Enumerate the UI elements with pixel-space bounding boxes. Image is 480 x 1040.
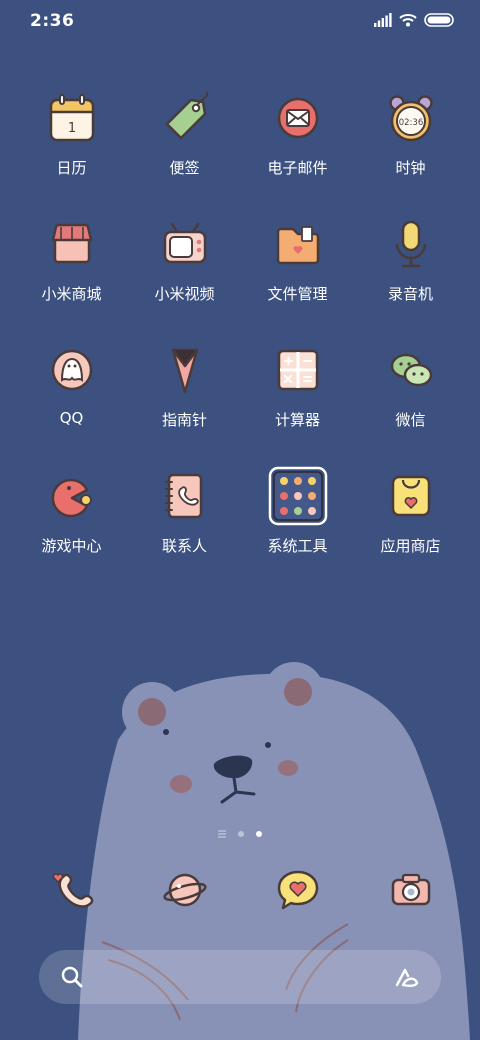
page-dot bbox=[238, 831, 244, 837]
app-qq[interactable]: QQ bbox=[15, 340, 128, 427]
wifi-icon bbox=[399, 14, 417, 27]
app-calculator[interactable]: 计算器 bbox=[241, 340, 354, 430]
app-contacts[interactable]: 联系人 bbox=[128, 466, 241, 556]
app-label: 指南针 bbox=[161, 411, 207, 429]
app-label: 小米视频 bbox=[154, 285, 215, 303]
calculator-icon bbox=[277, 349, 318, 391]
app-label: 时钟 bbox=[395, 159, 426, 177]
dock-messages[interactable] bbox=[241, 860, 354, 920]
planet-icon bbox=[162, 873, 207, 907]
app-label: 微信 bbox=[395, 411, 426, 429]
app-clock[interactable]: 02:36 时钟 bbox=[354, 88, 467, 178]
camera-icon bbox=[391, 873, 430, 906]
app-game-center[interactable]: 游戏中心 bbox=[15, 466, 128, 556]
status-time: 2:36 bbox=[30, 11, 75, 31]
app-file-manager[interactable]: 文件管理 bbox=[241, 214, 354, 304]
heart-message-icon bbox=[277, 870, 318, 910]
battery-icon bbox=[424, 13, 454, 27]
app-label: 系统工具 bbox=[267, 537, 328, 555]
compass-icon bbox=[171, 348, 198, 394]
app-app-store[interactable]: 应用商店 bbox=[354, 466, 467, 556]
page-dot-active bbox=[256, 831, 262, 837]
status-bar: 2:36 bbox=[0, 0, 480, 44]
contacts-book-icon bbox=[164, 473, 202, 519]
search-icon[interactable] bbox=[59, 964, 85, 990]
app-label: QQ bbox=[59, 409, 84, 427]
dock-camera[interactable] bbox=[354, 860, 467, 920]
app-recorder[interactable]: 录音机 bbox=[354, 214, 467, 304]
app-label: 小米商城 bbox=[41, 285, 102, 303]
search-bar[interactable] bbox=[39, 950, 441, 1004]
folder-grid-icon bbox=[268, 466, 327, 526]
page-list-icon bbox=[218, 830, 226, 838]
shop-icon bbox=[51, 223, 92, 264]
tag-icon bbox=[165, 91, 208, 140]
shopping-bag-icon bbox=[391, 475, 430, 517]
microphone-icon bbox=[395, 220, 426, 268]
calendar-icon: 1 bbox=[49, 94, 94, 142]
app-mi-video[interactable]: 小米视频 bbox=[128, 214, 241, 304]
signal-icon bbox=[374, 13, 392, 27]
game-icon bbox=[51, 478, 92, 518]
app-label: 文件管理 bbox=[267, 285, 328, 303]
app-label: 便签 bbox=[169, 159, 200, 177]
app-label: 日历 bbox=[56, 159, 87, 177]
clock-time-text: 02:36 bbox=[398, 118, 423, 128]
app-label: 游戏中心 bbox=[41, 537, 102, 555]
app-label: 计算器 bbox=[274, 411, 320, 429]
app-label: 电子邮件 bbox=[267, 159, 328, 177]
app-label: 应用商店 bbox=[380, 537, 441, 555]
dock bbox=[0, 860, 480, 930]
folder-icon bbox=[276, 226, 319, 265]
app-notes[interactable]: 便签 bbox=[128, 88, 241, 178]
app-email[interactable]: 电子邮件 bbox=[241, 88, 354, 178]
app-label: 联系人 bbox=[161, 537, 207, 555]
envelope-icon bbox=[277, 97, 318, 139]
assistant-icon[interactable] bbox=[393, 963, 421, 991]
tv-icon bbox=[163, 222, 206, 264]
app-label: 录音机 bbox=[387, 285, 433, 303]
phone-icon bbox=[52, 873, 93, 908]
app-compass[interactable]: 指南针 bbox=[128, 340, 241, 430]
penguin-icon bbox=[51, 349, 92, 391]
app-wechat[interactable]: 微信 bbox=[354, 340, 467, 430]
dock-phone[interactable] bbox=[15, 860, 128, 920]
folder-system-tools[interactable]: 系统工具 bbox=[241, 466, 354, 556]
calendar-day-number: 1 bbox=[67, 121, 75, 136]
alarm-clock-icon: 02:36 bbox=[388, 95, 433, 142]
app-mi-store[interactable]: 小米商城 bbox=[15, 214, 128, 304]
app-calendar[interactable]: 1 日历 bbox=[15, 88, 128, 178]
page-indicator[interactable] bbox=[0, 830, 480, 838]
dock-browser[interactable] bbox=[128, 860, 241, 920]
chat-bubbles-icon bbox=[390, 353, 432, 387]
